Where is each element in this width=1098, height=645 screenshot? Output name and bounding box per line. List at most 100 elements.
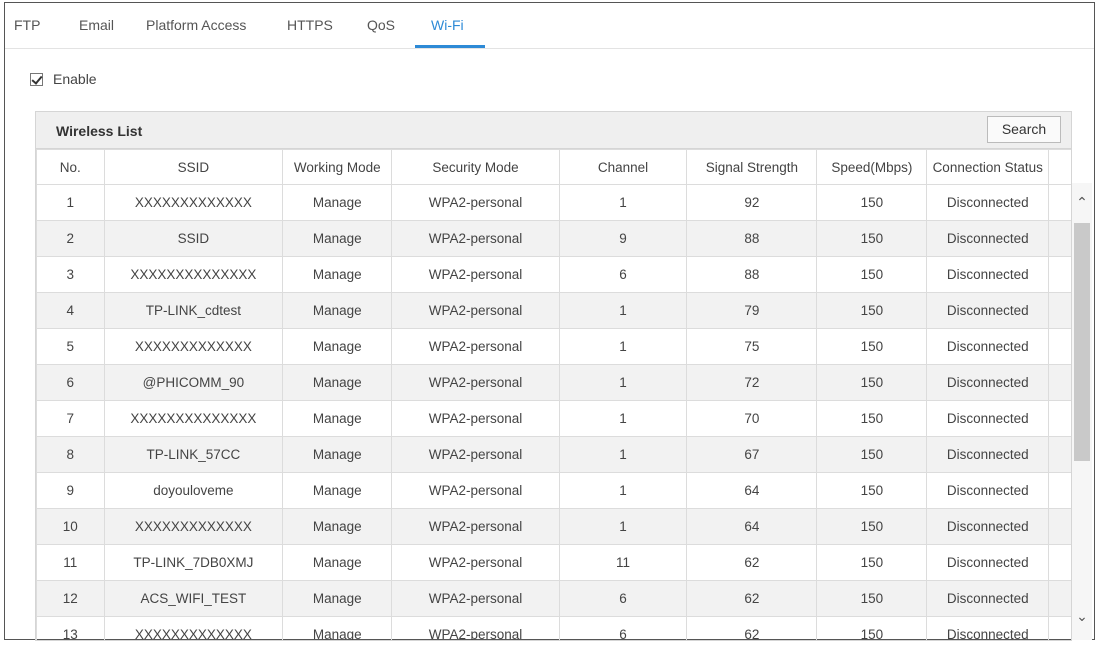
cell-signal-strength: 64 (686, 508, 818, 545)
cell-security-mode: WPA2-personal (391, 256, 560, 293)
scroll-gutter-header (1048, 149, 1071, 185)
cell-channel: 1 (558, 328, 688, 365)
search-button[interactable]: Search (987, 116, 1061, 143)
cell-no: 13 (36, 616, 105, 640)
cell-ssid: TP-LINK_cdtest (103, 292, 284, 329)
enable-row: Enable (30, 69, 97, 89)
cell-connection-status: Disconnected (926, 364, 1050, 401)
cell-connection-status: Disconnected (926, 328, 1050, 365)
cell-no: 4 (36, 292, 105, 329)
cell-channel: 1 (558, 436, 688, 473)
tab-ftp[interactable]: FTP (14, 17, 40, 33)
cell-no: 5 (36, 328, 105, 365)
cell-connection-status: Disconnected (926, 184, 1050, 221)
table-row[interactable]: 5 XXXXXXXXXXXXX Manage WPA2-personal 1 75 150 D… (36, 328, 1071, 365)
cell-channel: 6 (558, 580, 688, 617)
col-signal-strength-header: Signal Strength (686, 149, 818, 185)
enable-label: Enable (53, 71, 97, 87)
enable-checkbox[interactable] (30, 72, 43, 86)
scrollbar-thumb[interactable] (1074, 223, 1090, 461)
scroll-gutter-cell (1048, 292, 1071, 329)
cell-speed: 150 (816, 184, 928, 221)
tab-email[interactable]: Email (79, 17, 114, 33)
cell-security-mode: WPA2-personal (391, 400, 560, 437)
table-row[interactable]: 11 TP-LINK_7DB0XMJ Manage WPA2-personal 11 62… (36, 544, 1071, 581)
tab-platform-access[interactable]: Platform Access (146, 17, 246, 33)
scroll-gutter-cell (1048, 184, 1071, 221)
cell-channel: 6 (558, 256, 688, 293)
table-row[interactable]: 6 @PHICOMM_90 Manage WPA2-personal 1 72 150 Dis… (36, 364, 1071, 401)
cell-working-mode: Manage (282, 544, 393, 581)
table-row[interactable]: 2 SSID Manage WPA2-personal 9 88 150 Disconnect… (36, 220, 1071, 257)
tab-qos[interactable]: QoS (367, 17, 395, 33)
cell-working-mode: Manage (282, 184, 393, 221)
cell-channel: 1 (558, 292, 688, 329)
cell-working-mode: Manage (282, 436, 393, 473)
col-ssid-header: SSID (103, 149, 284, 185)
table-body: 1 XXXXXXXXXXXXX Manage WPA2-personal 1 92 150 D… (36, 184, 1071, 640)
scroll-gutter-cell (1048, 328, 1071, 365)
cell-channel: 1 (558, 184, 688, 221)
cell-speed: 150 (816, 616, 928, 640)
cell-connection-status: Disconnected (926, 436, 1050, 473)
table-row[interactable]: 13 XXXXXXXXXXXXX Manage WPA2-personal 6 62 150… (36, 616, 1071, 640)
cell-connection-status: Disconnected (926, 508, 1050, 545)
cell-signal-strength: 72 (686, 364, 818, 401)
cell-working-mode: Manage (282, 508, 393, 545)
table-row[interactable]: 9 doyouloveme Manage WPA2-personal 1 64 150 Dis… (36, 472, 1071, 509)
cell-no: 1 (36, 184, 105, 221)
cell-connection-status: Disconnected (926, 292, 1050, 329)
scroll-gutter-cell (1048, 580, 1071, 617)
cell-speed: 150 (816, 508, 928, 545)
cell-channel: 1 (558, 508, 688, 545)
cell-no: 2 (36, 220, 105, 257)
wireless-list-title: Wireless List (56, 123, 143, 139)
cell-security-mode: WPA2-personal (391, 472, 560, 509)
table-row[interactable]: 4 TP-LINK_cdtest Manage WPA2-personal 1 79 150… (36, 292, 1071, 329)
cell-signal-strength: 88 (686, 220, 818, 257)
tab-wifi[interactable]: Wi-Fi (431, 17, 464, 33)
table-scrollbar[interactable]: ⌃ ⌄ (1072, 183, 1092, 640)
cell-speed: 150 (816, 544, 928, 581)
table-row[interactable]: 1 XXXXXXXXXXXXX Manage WPA2-personal 1 92 150 D… (36, 184, 1071, 221)
wireless-list-header: Wireless List Search (36, 112, 1071, 149)
scroll-gutter-cell (1048, 544, 1071, 581)
cell-ssid: TP-LINK_57CC (103, 436, 284, 473)
cell-connection-status: Disconnected (926, 256, 1050, 293)
cell-no: 9 (36, 472, 105, 509)
cell-signal-strength: 62 (686, 580, 818, 617)
cell-working-mode: Manage (282, 616, 393, 640)
cell-working-mode: Manage (282, 364, 393, 401)
cell-ssid: XXXXXXXXXXXXX (103, 508, 284, 545)
cell-speed: 150 (816, 364, 928, 401)
cell-channel: 11 (558, 544, 688, 581)
cell-ssid: SSID (103, 220, 284, 257)
cell-working-mode: Manage (282, 472, 393, 509)
tab-https[interactable]: HTTPS (287, 17, 333, 33)
cell-security-mode: WPA2-personal (391, 328, 560, 365)
cell-signal-strength: 62 (686, 616, 818, 640)
cell-connection-status: Disconnected (926, 220, 1050, 257)
table-header-row: No. SSID Working Mode Security Mode Channel S… (36, 149, 1071, 185)
cell-connection-status: Disconnected (926, 472, 1050, 509)
cell-signal-strength: 88 (686, 256, 818, 293)
cell-speed: 150 (816, 256, 928, 293)
cell-no: 3 (36, 256, 105, 293)
table-row[interactable]: 12 ACS_WIFI_TEST Manage WPA2-personal 6 62 150… (36, 580, 1071, 617)
cell-security-mode: WPA2-personal (391, 220, 560, 257)
cell-speed: 150 (816, 328, 928, 365)
table-row[interactable]: 8 TP-LINK_57CC Manage WPA2-personal 1 67 150 Di… (36, 436, 1071, 473)
cell-ssid: XXXXXXXXXXXXX (103, 328, 284, 365)
chevron-down-icon[interactable]: ⌄ (1072, 605, 1092, 627)
chevron-up-icon[interactable]: ⌃ (1072, 191, 1092, 213)
wireless-list-table: No. SSID Working Mode Security Mode Channel S… (36, 149, 1071, 640)
cell-security-mode: WPA2-personal (391, 292, 560, 329)
cell-ssid: XXXXXXXXXXXXXX (103, 400, 284, 437)
table-row[interactable]: 10 XXXXXXXXXXXXX Manage WPA2-personal 1 64 150… (36, 508, 1071, 545)
scroll-gutter-cell (1048, 472, 1071, 509)
cell-ssid: TP-LINK_7DB0XMJ (103, 544, 284, 581)
table-row[interactable]: 3 XXXXXXXXXXXXXX Manage WPA2-personal 6 88 150… (36, 256, 1071, 293)
table-row[interactable]: 7 XXXXXXXXXXXXXX Manage WPA2-personal 1 70 150… (36, 400, 1071, 437)
cell-channel: 6 (558, 616, 688, 640)
wifi-settings-window: FTP Email Platform Access HTTPS QoS Wi-F… (4, 2, 1095, 641)
